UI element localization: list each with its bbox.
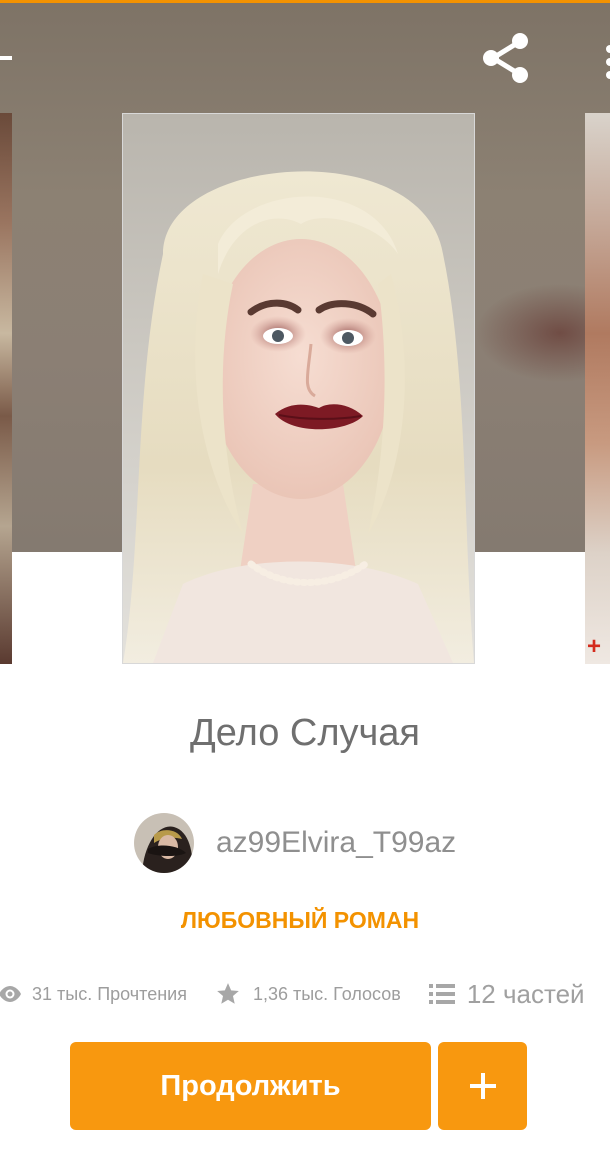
previous-story-cover[interactable] [0,113,12,664]
eye-icon [0,986,21,1002]
story-stats: 31 тыс. Прочтения 1,36 тыс. Голосов 12 ч… [0,972,610,1016]
next-story-cover[interactable] [585,113,610,664]
more-options-button[interactable] [596,33,610,83]
back-button[interactable] [0,33,30,83]
reads-stat: 31 тыс. Прочтения [0,982,187,1006]
votes-count: 1,36 тыс. Голосов [252,983,401,1004]
list-icon [428,984,455,1004]
continue-button-label: Продолжить [160,1069,341,1102]
add-to-library-button[interactable] [438,1042,527,1130]
story-cover[interactable] [122,113,475,664]
plus-icon [469,1073,496,1099]
share-button[interactable] [476,27,538,89]
reads-count: 31 тыс. Прочтения [32,983,187,1004]
author-link[interactable]: az99Elvira_T99az [134,812,456,874]
next-story-badge: + [587,633,602,660]
parts-count: 12 частей [466,978,585,1009]
app-bar [0,3,610,109]
story-details-screen: + Дело Случая az99Elvira_T99az ЛЮБОВНЫЙ … [0,0,610,1166]
share-icon [483,33,528,83]
author-avatar[interactable] [134,813,194,873]
arrow-left-icon [0,56,12,60]
star-icon [217,983,239,1004]
author-name[interactable]: az99Elvira_T99az [216,826,456,860]
genre-label[interactable]: ЛЮБОВНЫЙ РОМАН [0,907,600,934]
continue-reading-button[interactable]: Продолжить [70,1042,431,1130]
story-title: Дело Случая [189,712,421,754]
cover-portrait-image [123,114,474,663]
top-accent-bar [0,0,610,3]
votes-stat: 1,36 тыс. Голосов [215,981,401,1007]
parts-stat[interactable]: 12 частей [428,978,585,1010]
